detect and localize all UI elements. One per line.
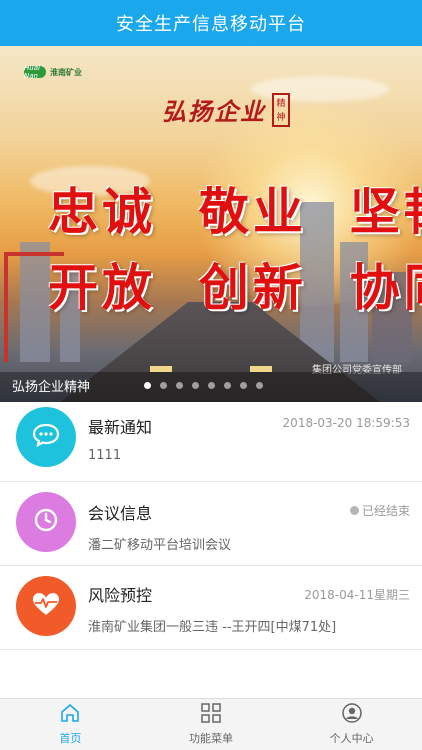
banner-caption: 弘扬企业精神 [12,380,91,395]
app-header: 安全生产信息移动平台 [0,0,422,46]
carousel-dot[interactable] [160,382,167,389]
notice-icon-circle [16,407,76,467]
tab-label: 功能菜单 [189,732,233,745]
grid-icon [200,703,222,727]
list-item-risk[interactable]: 风险预控 2018-04-11星期三 淮南矿业集团一般三违 --王开四[中煤71… [0,566,422,650]
item-status: 已经结束 [349,502,410,519]
item-subtitle: 1111 [88,448,122,463]
item-meta-text: 2018-03-20 18:59:53 [282,416,410,430]
carousel-dot[interactable] [144,382,151,389]
item-title: 会议信息 [88,504,153,523]
carousel-dot[interactable] [208,382,215,389]
banner-crane [4,252,64,362]
item-meta-text: 2018-04-11星期三 [304,588,410,602]
list-item-meeting[interactable]: 会议信息 已经结束 潘二矿移动平台培训会议 [0,482,422,566]
status-dot-icon [349,506,359,515]
clock-icon [33,507,59,537]
item-date: 2018-04-11星期三 [304,586,410,603]
carousel-indicator[interactable] [144,382,263,389]
banner-seal: 精神 [272,92,290,127]
meeting-icon-circle [16,492,76,552]
carousel-dot[interactable] [176,382,183,389]
tab-personal-center[interactable]: 个人中心 [281,699,422,750]
heart-pulse-icon [31,591,61,621]
carousel-dot[interactable] [224,382,231,389]
tab-home[interactable]: 首页 [0,699,141,750]
carousel-dot[interactable] [240,382,247,389]
item-title: 风险预控 [88,586,153,605]
banner-carousel[interactable]: Huai Nan 淮南矿业 弘扬企业 精神 忠诚 敬业 坚韧 开放 创新 协同 … [0,46,422,402]
bottom-tab-bar: 首页 功能菜单 个人中心 [0,698,422,750]
carousel-dot[interactable] [192,382,199,389]
slogan-row-1: 忠诚 敬业 坚韧 [48,182,422,241]
page-title: 安全生产信息移动平台 [116,14,306,35]
chat-bubble-icon [32,423,60,451]
logo-text: 淮南矿业 [50,67,82,77]
banner-heading: 弘扬企业 精神 [162,92,290,127]
banner-calligraphy: 弘扬企业 [162,97,266,126]
item-timestamp: 2018-03-20 18:59:53 [283,416,410,430]
item-subtitle: 淮南矿业集团一般三违 --王开四[中煤71处] [88,620,337,635]
info-list: 最新通知 2018-03-20 18:59:53 1111 会议信息 已经结束 … [0,402,422,650]
item-subtitle: 潘二矿移动平台培训会议 [88,538,232,553]
item-meta-text: 已经结束 [361,504,410,518]
home-icon [59,703,81,727]
logo-mark: Huai Nan [24,64,46,80]
user-icon [341,703,363,727]
company-logo: Huai Nan 淮南矿业 [24,64,82,80]
item-title: 最新通知 [88,418,153,437]
tab-function-menu[interactable]: 功能菜单 [141,699,282,750]
tab-label: 个人中心 [329,732,374,745]
tab-label: 首页 [59,732,82,745]
risk-icon-circle [16,576,76,636]
app-root: 安全生产信息移动平台 Huai Nan 淮南矿业 弘扬企业 精神 忠诚 敬业 坚… [0,0,422,750]
carousel-dot[interactable] [256,382,263,389]
slogan-row-2: 开放 创新 协同 [48,258,422,317]
list-item-notice[interactable]: 最新通知 2018-03-20 18:59:53 1111 [0,402,422,482]
